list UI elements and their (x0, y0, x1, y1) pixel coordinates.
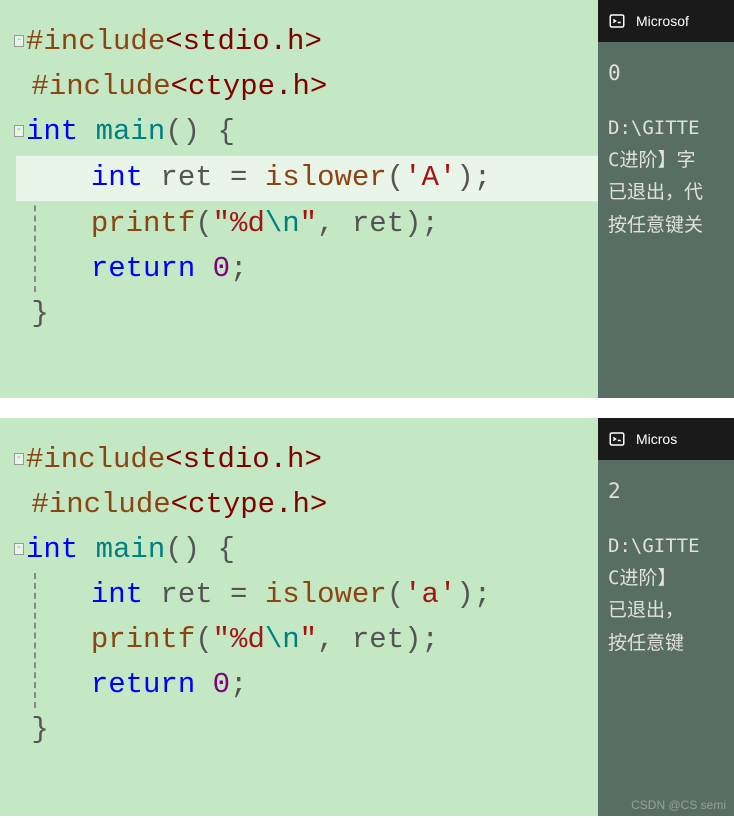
fn-call: printf (91, 207, 195, 240)
output-value: 0 (608, 56, 724, 92)
space (195, 668, 212, 701)
char-literal: 'a' (404, 578, 456, 611)
string: " (300, 623, 317, 656)
output-line: 已退出， (608, 594, 724, 626)
punct: , (317, 623, 352, 656)
punct: () { (165, 115, 235, 148)
console-output: 2 D:\GITTE C进阶】 已退出， 按任意键 (598, 460, 734, 816)
number: 0 (213, 668, 230, 701)
punct: , (317, 207, 352, 240)
punct: ; (230, 668, 247, 701)
fn-call: islower (265, 578, 387, 611)
console-window-1[interactable]: Microsof 0 D:\GITTE C进阶】字 已退出，代 按任意键关 (598, 0, 734, 398)
identifier: ret (143, 161, 230, 194)
type-keyword: int (91, 578, 143, 611)
keyword: return (91, 252, 195, 285)
preproc: #include (26, 25, 165, 58)
fn-call: printf (91, 623, 195, 656)
keyword: return (91, 668, 195, 701)
fold-icon[interactable]: - (14, 35, 24, 47)
preproc: #include (31, 70, 170, 103)
type-keyword: int (26, 115, 78, 148)
identifier: ret (352, 623, 404, 656)
header-file: <stdio.h> (165, 443, 322, 476)
op: = (230, 161, 265, 194)
identifier: ret (352, 207, 404, 240)
output-line: 已退出，代 (608, 176, 724, 208)
string: "%d (213, 207, 265, 240)
char-literal: 'A' (404, 161, 456, 194)
brace: } (31, 713, 48, 746)
punct: () { (165, 533, 235, 566)
punct: ); (456, 578, 491, 611)
output-line: 按任意键 (608, 627, 724, 659)
identifier: ret (143, 578, 230, 611)
output-line: C进阶】 (608, 562, 724, 594)
console-window-2[interactable]: Micros 2 D:\GITTE C进阶】 已退出， 按任意键 (598, 418, 734, 816)
space (195, 252, 212, 285)
watermark-text: CSDN @CS semi (631, 798, 726, 812)
output-value: 2 (608, 474, 724, 510)
preproc: #include (31, 488, 170, 521)
console-output: 0 D:\GITTE C进阶】字 已退出，代 按任意键关 (598, 42, 734, 398)
punct: ( (195, 623, 212, 656)
output-line: D:\GITTE (608, 530, 724, 562)
output-line: C进阶】字 (608, 144, 724, 176)
punct: ); (456, 161, 491, 194)
punct: ); (404, 623, 439, 656)
terminal-icon (608, 430, 626, 448)
string: "%d (213, 623, 265, 656)
code-panel-1: -#include<stdio.h> #include<ctype.h> -in… (0, 0, 734, 398)
output-line: D:\GITTE (608, 112, 724, 144)
header-file: <ctype.h> (171, 488, 328, 521)
console-titlebar[interactable]: Microsof (598, 0, 734, 42)
punct: ( (387, 578, 404, 611)
fn-call: islower (265, 161, 387, 194)
op: = (230, 578, 265, 611)
fold-icon[interactable]: - (14, 453, 24, 465)
console-title: Microsof (636, 13, 689, 29)
punct: ); (404, 207, 439, 240)
escape: \n (265, 207, 300, 240)
console-titlebar[interactable]: Micros (598, 418, 734, 460)
escape: \n (265, 623, 300, 656)
code-panel-2: -#include<stdio.h> #include<ctype.h> -in… (0, 418, 734, 816)
preproc: #include (26, 443, 165, 476)
punct: ( (195, 207, 212, 240)
brace: } (31, 297, 48, 330)
terminal-icon (608, 12, 626, 30)
output-line: 按任意键关 (608, 209, 724, 241)
type-keyword: int (26, 533, 78, 566)
type-keyword: int (91, 161, 143, 194)
fold-icon[interactable]: - (14, 125, 24, 137)
string: " (300, 207, 317, 240)
header-file: <stdio.h> (165, 25, 322, 58)
header-file: <ctype.h> (171, 70, 328, 103)
punct: ; (230, 252, 247, 285)
fn-name: main (78, 115, 165, 148)
punct: ( (387, 161, 404, 194)
fn-name: main (78, 533, 165, 566)
fold-icon[interactable]: - (14, 543, 24, 555)
number: 0 (213, 252, 230, 285)
console-title: Micros (636, 431, 677, 447)
